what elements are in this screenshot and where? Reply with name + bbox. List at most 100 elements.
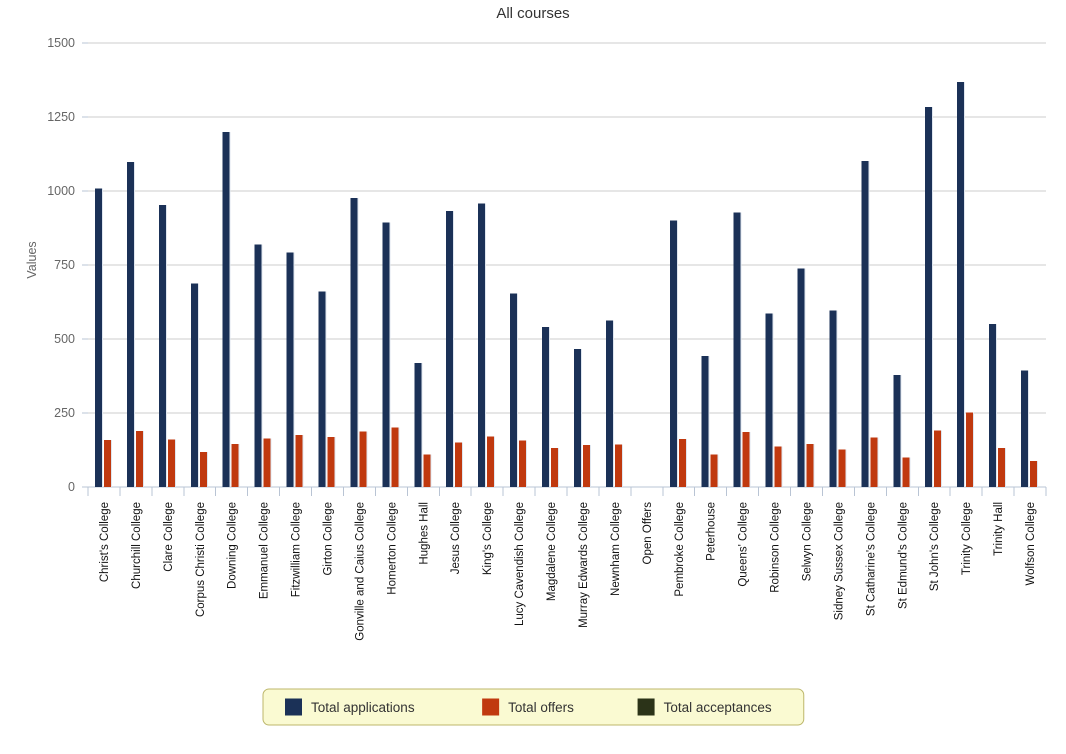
x-category-label: Magdalene College <box>546 502 558 601</box>
bar-edge <box>357 197 359 488</box>
bar-edge <box>421 362 423 487</box>
bar-edge <box>1028 370 1030 487</box>
bar <box>733 212 741 487</box>
x-category-label: Newnham College <box>610 502 622 596</box>
x-category-label: Corpus Christi College <box>195 502 207 617</box>
bar-edge <box>302 435 304 487</box>
x-axis-category-labels: Christ's College Churchill College Clare C… <box>99 502 1037 641</box>
bar <box>199 451 207 487</box>
x-category-label: Queens' College <box>738 502 750 587</box>
bar <box>765 313 773 487</box>
bar <box>94 188 102 487</box>
bar-edge <box>1037 461 1039 487</box>
bar <box>710 454 718 487</box>
bar-edge <box>868 161 870 487</box>
bar <box>893 375 901 487</box>
bar <box>350 197 358 488</box>
bar-edge <box>589 444 591 487</box>
bar <box>838 449 846 487</box>
legend-label[interactable]: Total offers <box>508 700 574 715</box>
bar <box>222 131 230 488</box>
bar <box>126 161 134 487</box>
bar-edge <box>174 439 176 487</box>
bar-edge <box>932 107 934 488</box>
bar-edge <box>845 449 847 487</box>
bar <box>870 437 878 487</box>
bar <box>327 436 335 487</box>
bar <box>957 82 965 488</box>
bar-edge <box>772 313 774 487</box>
bar <box>295 435 303 487</box>
bar-edge <box>485 203 487 487</box>
bar-edge <box>197 283 199 487</box>
bar-edge <box>877 437 879 487</box>
bar-edge <box>813 443 815 487</box>
bar-edge <box>133 161 135 487</box>
bar <box>678 438 686 487</box>
bar <box>542 326 550 487</box>
bar <box>614 444 622 487</box>
y-axis-ticks: 0 250 500 750 1000 1250 1500 <box>47 36 88 494</box>
bar <box>902 457 910 487</box>
bar-edge <box>717 454 719 487</box>
bar-edge <box>1005 448 1007 487</box>
x-category-label: Wolfson College <box>1025 502 1037 586</box>
x-category-label: Christ's College <box>99 502 111 582</box>
bar <box>573 349 581 487</box>
x-category-label: Pembroke College <box>674 502 686 597</box>
y-tick-label: 1000 <box>47 184 75 198</box>
bar-edge <box>685 438 687 487</box>
bar-edge <box>708 355 710 487</box>
bar-edge <box>580 349 582 487</box>
bar <box>966 412 974 487</box>
x-category-label: St Catharine's College <box>865 502 877 616</box>
bar-edge <box>229 131 231 488</box>
bar-edge <box>676 220 678 487</box>
bar-edge <box>804 268 806 487</box>
bar <box>701 355 709 487</box>
bar <box>934 430 942 487</box>
bar <box>286 252 294 487</box>
bar <box>797 268 805 487</box>
bar <box>582 444 590 487</box>
legend-item[interactable]: Total offers <box>482 698 574 716</box>
bar-edge <box>293 252 295 487</box>
bar-edge <box>526 440 528 487</box>
bar <box>861 161 869 487</box>
bar-edge <box>941 430 943 487</box>
x-category-label: Gonville and Caius College <box>354 502 366 641</box>
bar <box>135 430 143 487</box>
bar <box>806 443 814 487</box>
bar <box>829 310 837 487</box>
legend-swatch[interactable] <box>482 698 500 716</box>
y-tick-label: 1250 <box>47 110 75 124</box>
x-category-label: Downing College <box>227 502 239 589</box>
bar-edge <box>462 442 464 487</box>
x-category-label: Homerton College <box>386 502 398 595</box>
legend-label[interactable]: Total applications <box>311 700 415 715</box>
legend-swatch[interactable] <box>285 698 302 716</box>
bar <box>605 320 613 487</box>
bar-edge <box>740 212 742 487</box>
y-tick-label: 1500 <box>47 36 75 50</box>
bar-edge <box>261 244 263 487</box>
bar-edge <box>781 446 783 487</box>
bar <box>167 439 175 487</box>
legend-swatch[interactable] <box>637 698 655 716</box>
bar-edge <box>389 222 391 487</box>
bar-edge <box>549 326 551 487</box>
legend: Total applications Total offers Total acce… <box>262 688 805 726</box>
bar-edge <box>238 443 240 487</box>
bar <box>446 211 454 488</box>
bar-edge <box>621 444 623 487</box>
bars-layer <box>94 82 1039 488</box>
bar-edge <box>110 439 112 487</box>
x-category-label: Open Offers <box>642 502 654 565</box>
y-tick-label: 750 <box>54 258 75 272</box>
legend-label[interactable]: Total acceptances <box>664 700 772 715</box>
bar-edge <box>909 457 911 487</box>
y-tick-label: 500 <box>54 332 75 346</box>
bar-edge <box>325 291 327 487</box>
x-axis-ticks <box>87 487 1047 496</box>
x-category-label: Emmanuel College <box>259 502 271 599</box>
